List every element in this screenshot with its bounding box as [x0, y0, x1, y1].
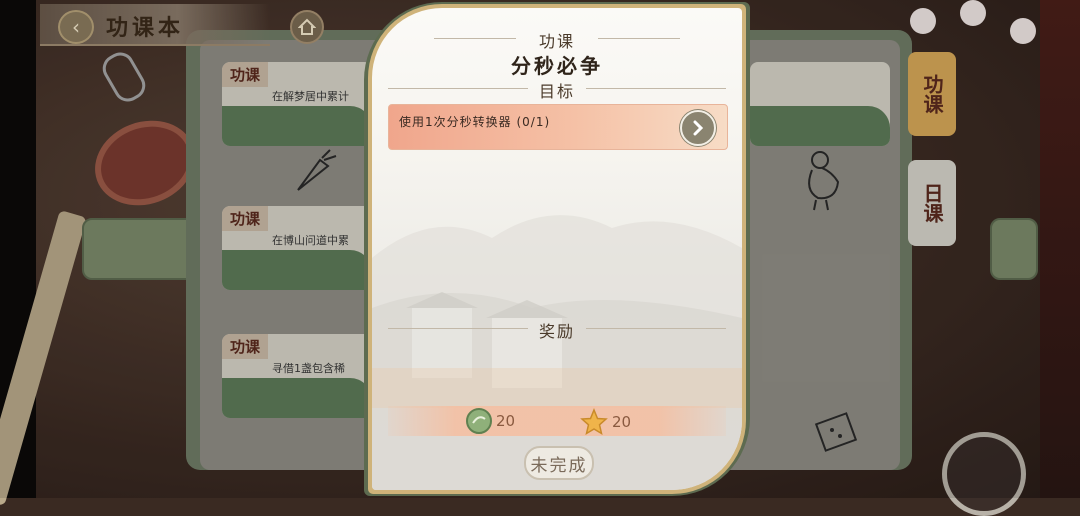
- divider: [388, 328, 528, 329]
- quest-title: 分秒必争: [511, 54, 603, 78]
- modal-category: 功课: [538, 32, 575, 51]
- go-to-objective-button[interactable]: [680, 110, 716, 146]
- jade-coin-icon: [466, 408, 492, 434]
- divider: [388, 88, 528, 89]
- incomplete-status-button[interactable]: 未完成: [524, 446, 594, 480]
- chevron-right-icon: [693, 120, 704, 136]
- divider: [598, 38, 680, 39]
- divider: [434, 38, 516, 39]
- objective-text: 使用1次分秒转换器 (0/1): [399, 113, 550, 130]
- divider: [586, 88, 726, 89]
- reward-star: 20: [580, 408, 631, 436]
- reward-jade-coin: 20: [466, 408, 515, 434]
- rewards-header: 奖励: [538, 322, 575, 341]
- objective-progress: (0/1): [516, 115, 551, 129]
- reward-amount: 20: [612, 413, 632, 431]
- objective-row: 使用1次分秒转换器 (0/1): [388, 104, 728, 150]
- objective-description: 使用1次分秒转换器: [399, 115, 512, 129]
- quest-detail-modal: 功课 分秒必争 目标 使用1次分秒转换器 (0/1) 奖励 20 20 未完成: [372, 8, 742, 490]
- star-icon: [580, 408, 608, 436]
- reward-amount: 20: [496, 412, 516, 430]
- divider: [586, 328, 726, 329]
- reward-strip: [388, 406, 726, 436]
- objective-header: 目标: [538, 82, 575, 101]
